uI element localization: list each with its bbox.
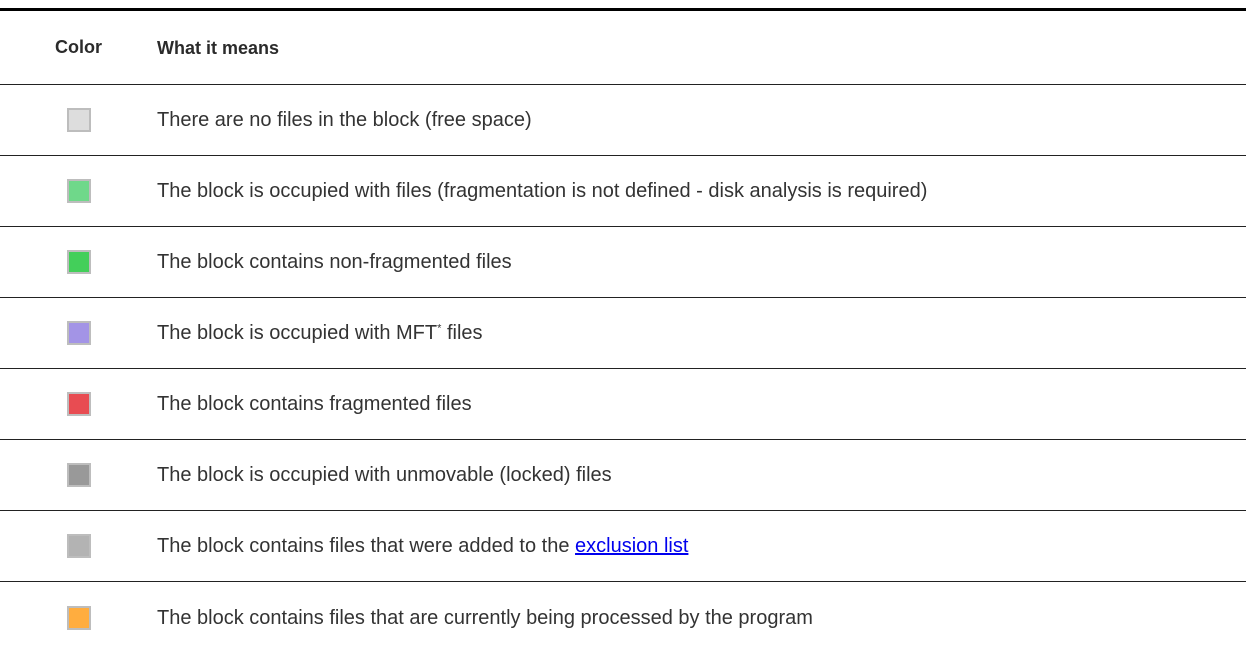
table-row: The block is occupied with files (fragme… — [0, 156, 1246, 227]
occupied-undefined-swatch — [66, 179, 91, 203]
row-meaning-text: The block is occupied with MFT — [157, 322, 438, 344]
header-meaning: What it means — [157, 37, 280, 58]
locked-swatch — [66, 463, 91, 487]
non-fragmented-swatch — [66, 250, 91, 274]
table-row: The block is occupied with MFT* files — [0, 298, 1246, 369]
table-row: The block contains files that are curren… — [0, 582, 1246, 653]
row-meaning: The block is occupied with unmovable (lo… — [157, 464, 612, 486]
exclusion-list-link[interactable]: exclusion list — [575, 535, 688, 557]
processing-swatch — [66, 605, 91, 630]
free-space-swatch — [66, 108, 91, 132]
mft-swatch — [66, 321, 91, 345]
row-meaning: The block is occupied with MFT* files — [157, 323, 1246, 343]
table-row: The block is occupied with unmovable (lo… — [0, 440, 1246, 511]
row-meaning: The block contains fragmented files — [157, 393, 472, 415]
row-meaning: The block contains files that are curren… — [157, 606, 813, 629]
table-row: The block contains non-fragmented files — [0, 227, 1246, 298]
row-meaning-text: The block contains files that were added… — [157, 535, 576, 557]
row-meaning: The block is occupied with files (fragme… — [157, 180, 928, 202]
header-color: Color — [55, 37, 102, 57]
row-meaning: There are no files in the block (free sp… — [157, 109, 532, 131]
color-legend-table: Color What it means There are no files i… — [0, 8, 1246, 653]
table-row: The block contains files that were added… — [0, 511, 1246, 582]
row-meaning: The block contains non-fragmented files — [157, 251, 512, 273]
row-meaning: The block contains files that were added… — [157, 536, 1246, 556]
table-header-row: Color What it means — [0, 11, 1246, 85]
table-row: The block contains fragmented files — [0, 369, 1246, 440]
row-meaning-text-end: files — [441, 322, 483, 344]
table-row: There are no files in the block (free sp… — [0, 85, 1246, 156]
excluded-swatch — [66, 534, 91, 558]
fragmented-swatch — [66, 392, 91, 416]
